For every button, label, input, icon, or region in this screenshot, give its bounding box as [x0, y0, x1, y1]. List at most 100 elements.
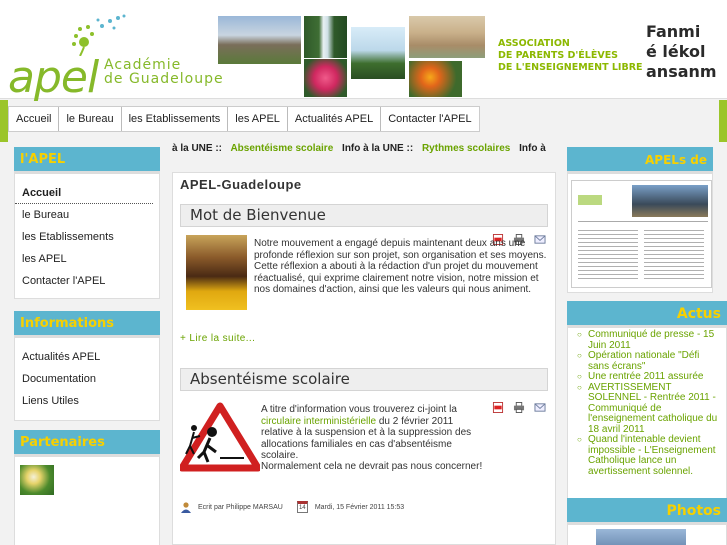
site-header: apel Académie de Guadeloupe ASSOCIATION …	[0, 0, 727, 103]
news-ticker[interactable]: à la UNE :: Absentéisme scolaire Info à …	[172, 143, 556, 158]
slogan-line3: ansanm	[646, 62, 717, 81]
article2-text-before: A titre d'information vous trouverez ci-…	[261, 404, 457, 415]
print-icon[interactable]	[513, 402, 525, 413]
sidebar-partenaires-title: Partenaires	[14, 430, 160, 456]
apels-screenshot-thumbnail[interactable]	[571, 180, 712, 288]
actus-link[interactable]: AVERTISSEMENT SOLENNEL - Rentrée 2011 - …	[578, 382, 722, 436]
sidebar-apel: l'APEL Accueil le Bureau les Etablisseme…	[0, 147, 160, 299]
email-icon[interactable]	[534, 402, 546, 413]
sidebar-apels-body	[567, 173, 713, 293]
ticker-link[interactable]: Rythmes scolaires	[422, 143, 510, 154]
sidebar-photos-body	[567, 524, 727, 545]
article-date: Mardi, 15 Février 2011 15:53	[314, 503, 405, 511]
palm-trees-photo	[350, 26, 406, 80]
nav-accent-right	[719, 100, 727, 142]
article-title-absenteisme[interactable]: Absentéisme scolaire	[180, 368, 548, 391]
photo-thumbnail[interactable]	[596, 529, 686, 545]
ticker-item: à la UNE ::	[172, 143, 223, 154]
actus-list: Communiqué de presse - 15 Juin 2011 Opér…	[568, 328, 726, 479]
sidebar-actus: Actus Communiqué de presse - 15 Juin 201…	[567, 301, 727, 501]
thumbnail-text	[578, 227, 638, 282]
actus-link[interactable]: Une rentrée 2011 assurée	[578, 371, 722, 383]
sidebar-photos: Photos	[567, 498, 727, 545]
author-icon	[181, 502, 191, 513]
thumbnail-text	[644, 227, 704, 282]
slogan: Fanmi é lékol ansanm	[646, 22, 717, 82]
nav-accent-left	[0, 100, 8, 142]
president-photo	[186, 235, 247, 310]
article1-body: Notre mouvement a engagé depuis maintena…	[254, 238, 547, 295]
waterfall-photo	[303, 15, 348, 59]
sidebar-apels-title: APELs de Guadeloupe	[567, 147, 713, 193]
article-title-bienvenue[interactable]: Mot de Bienvenue	[180, 204, 548, 227]
nav-item-etablissements[interactable]: les Etablissements	[122, 107, 229, 131]
sidebar-item-liens[interactable]: Liens Utiles	[15, 390, 159, 412]
sidebar-apel-title: l'APEL	[14, 147, 160, 173]
slogan-line1: Fanmi	[646, 22, 701, 41]
sidebar-partenaires-body	[14, 456, 160, 545]
sidebar-apel-menu: Accueil le Bureau les Etablissements les…	[14, 173, 160, 299]
thumbnail-header-photo	[632, 185, 708, 217]
article-author: Ecrit par Philippe MARSAU	[198, 503, 283, 511]
thumbnail-logo	[578, 195, 602, 205]
article2-body: A titre d'information vous trouverez ci-…	[261, 404, 486, 462]
sidebar-informations-title: Informations	[14, 311, 160, 337]
actus-link[interactable]: Quand l'intenable devient impossible - L…	[578, 434, 722, 477]
pdf-icon[interactable]	[492, 402, 504, 413]
actus-item[interactable]: Opération nationale "Défi sans écrans"	[577, 350, 722, 372]
ticker-item: Info à la UNE ::	[342, 143, 414, 154]
calendar-day: 14	[298, 505, 306, 511]
sidebar-photos-title: Photos	[567, 498, 727, 524]
bird-of-paradise-photo	[408, 60, 463, 98]
slogan-line2: é lékol	[646, 42, 706, 61]
nav-item-bureau[interactable]: le Bureau	[59, 107, 122, 131]
article-date-wrap: 14 Mardi, 15 Février 2011 15:53	[296, 501, 405, 513]
sidebar-informations-menu: Actualités APEL Documentation Liens Util…	[14, 337, 160, 421]
article2-body2: Normalement cela ne devrait pas nous con…	[261, 461, 483, 472]
sidebar-informations: Informations Actualités APEL Documentati…	[0, 311, 160, 421]
academie-label: Académie de Guadeloupe	[104, 58, 224, 86]
sidebar-item-bureau[interactable]: le Bureau	[15, 204, 159, 226]
sidebar-item-documentation[interactable]: Documentation	[15, 368, 159, 390]
main-nav: Accueil le Bureau les Etablissements les…	[8, 106, 480, 132]
academie-line1: Académie	[104, 57, 182, 73]
sidebar-item-apel[interactable]: les APEL	[15, 248, 159, 270]
read-more-link[interactable]: + Lire la suite...	[180, 333, 255, 344]
sidebar-partenaires: Partenaires	[0, 430, 160, 545]
nav-item-apel[interactable]: les APEL	[228, 107, 288, 131]
actus-item[interactable]: Quand l'intenable devient impossible - L…	[577, 434, 722, 477]
sidebar-apels: APELs de Guadeloupe	[567, 147, 727, 293]
actus-item[interactable]: AVERTISSEMENT SOLENNEL - Rentrée 2011 - …	[577, 382, 722, 436]
sidebar-actus-body: Communiqué de presse - 15 Juin 2011 Opér…	[567, 327, 727, 501]
sidebar-item-accueil[interactable]: Accueil	[15, 182, 153, 204]
association-line3: DE L'ENSEIGNEMENT LIBRE	[498, 62, 643, 73]
warning-sign-icon	[180, 402, 260, 472]
association-text: ASSOCIATION DE PARENTS D'ÉLÈVES DE L'ENS…	[498, 38, 643, 74]
ticker-link[interactable]: Absentéisme scolaire	[230, 143, 333, 154]
actus-item[interactable]: Communiqué de presse - 15 Juin 2011	[577, 329, 722, 351]
sidebar-item-etablissements[interactable]: les Etablissements	[15, 226, 159, 248]
calendar-icon: 14	[296, 501, 308, 513]
logo-text: apel	[8, 52, 99, 103]
nav-item-actualites[interactable]: Actualités APEL	[288, 107, 382, 131]
ticker-item: Info à	[519, 143, 546, 154]
page-title: APEL-Guadeloupe	[180, 177, 302, 192]
article-meta: Ecrit par Philippe MARSAU 14 Mardi, 15 F…	[180, 501, 404, 513]
sidebar-actus-title: Actus	[567, 301, 727, 327]
sidebar-item-contact[interactable]: Contacter l'APEL	[15, 270, 159, 292]
nav-item-contact[interactable]: Contacter l'APEL	[381, 107, 478, 131]
main-content: APEL-Guadeloupe Mot de Bienvenue Notre m…	[172, 172, 556, 545]
association-line1: ASSOCIATION	[498, 38, 570, 49]
actus-link[interactable]: Communiqué de presse - 15 Juin 2011	[578, 329, 722, 351]
dandelion-logo-icon	[72, 14, 126, 56]
circulaire-link[interactable]: circulaire interministérielle	[261, 416, 376, 427]
nav-item-accueil[interactable]: Accueil	[9, 107, 60, 131]
sidebar-item-actualites[interactable]: Actualités APEL	[15, 346, 159, 368]
article2-actions	[492, 402, 546, 413]
red-flower-photo	[303, 58, 348, 98]
partner-image[interactable]	[20, 465, 54, 495]
academie-line2: de Guadeloupe	[104, 71, 224, 87]
actus-item[interactable]: Une rentrée 2011 assurée	[577, 371, 722, 383]
association-line2: DE PARENTS D'ÉLÈVES	[498, 50, 619, 61]
actus-link[interactable]: Opération nationale "Défi sans écrans"	[578, 350, 722, 372]
